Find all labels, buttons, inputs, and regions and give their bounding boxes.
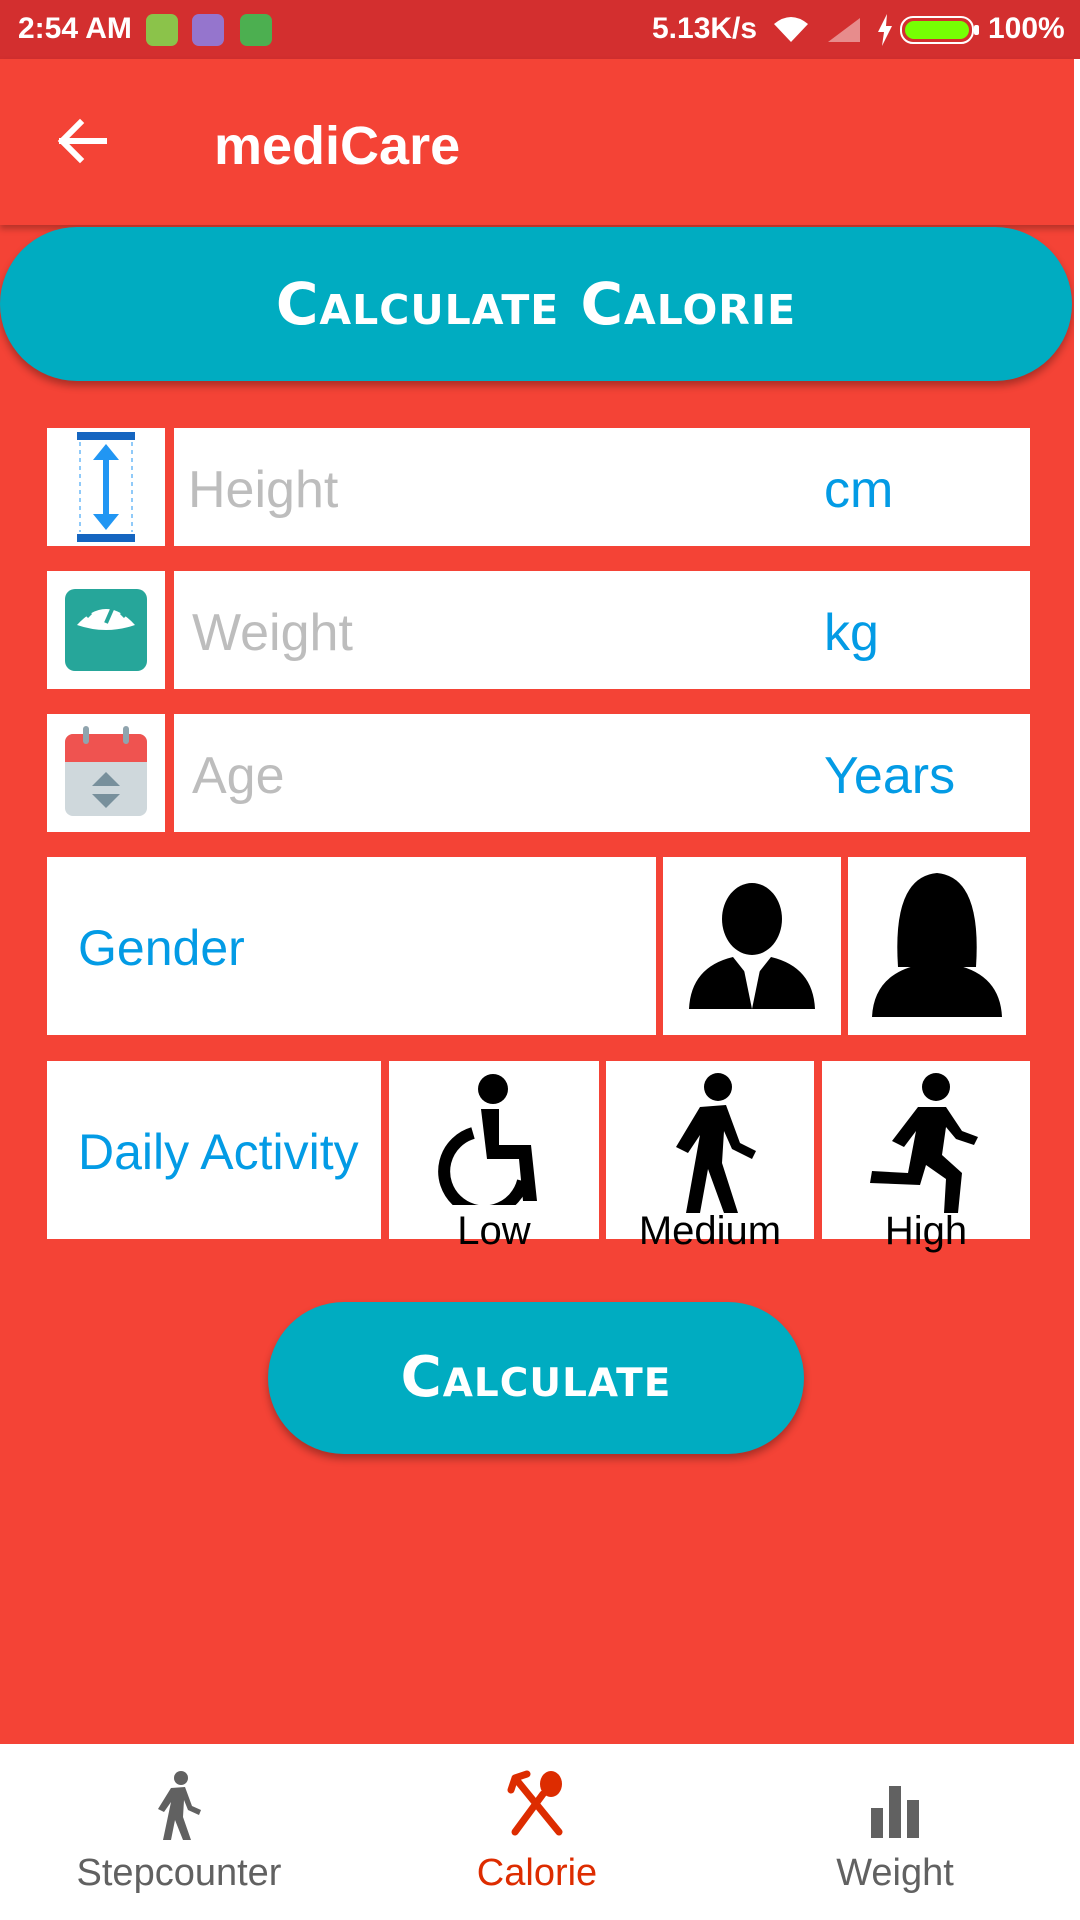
age-field[interactable]: Age Years xyxy=(174,714,1030,832)
activity-high-option[interactable]: High xyxy=(822,1061,1030,1253)
status-bar: 2:54 AM 5.13K/s 100% xyxy=(0,0,1080,59)
wheelchair-icon xyxy=(438,1074,537,1205)
activity-high-label: High xyxy=(884,1209,968,1253)
running-icon xyxy=(870,1073,978,1213)
age-unit: Years xyxy=(824,747,956,805)
daily-activity-label: Daily Activity xyxy=(78,1124,359,1180)
app-bar: mediCare xyxy=(0,59,1080,225)
female-icon xyxy=(872,873,1002,1017)
gender-label-box: Gender xyxy=(47,857,656,1035)
height-input[interactable]: Height xyxy=(188,460,338,520)
notification-app-icon xyxy=(240,14,272,46)
weight-icon-box xyxy=(47,571,165,689)
age-input[interactable]: Age xyxy=(192,746,285,806)
gender-label: Gender xyxy=(78,920,245,976)
male-option[interactable] xyxy=(663,857,841,1035)
status-time: 2:54 AM xyxy=(18,12,132,45)
female-option[interactable] xyxy=(848,857,1026,1035)
notification-app-icon xyxy=(146,14,178,46)
notification-app-icon xyxy=(192,14,224,46)
bottom-navigation: Stepcounter Calorie Weight xyxy=(0,1744,1074,1920)
nav-item-calorie[interactable]: Calorie xyxy=(358,1744,716,1920)
nav-label-calorie: Calorie xyxy=(476,1852,598,1894)
activity-medium-label: Medium xyxy=(638,1209,782,1253)
signal-icon xyxy=(828,18,860,42)
edge-strip xyxy=(1074,59,1080,1920)
charging-icon xyxy=(878,14,892,46)
calculate-button[interactable]: Calculate xyxy=(268,1302,804,1454)
activity-label-box: Daily Activity xyxy=(47,1061,381,1239)
activity-low-option[interactable]: Low xyxy=(389,1061,599,1253)
battery-percent: 100% xyxy=(988,12,1065,45)
weight-input[interactable]: Weight xyxy=(192,603,353,663)
height-unit: cm xyxy=(824,461,894,519)
weight-unit: kg xyxy=(824,604,879,662)
fork-spoon-icon xyxy=(507,1770,563,1836)
activity-medium-option[interactable]: Medium xyxy=(606,1061,814,1253)
nav-item-weight[interactable]: Weight xyxy=(716,1744,1074,1920)
bar-chart-icon xyxy=(871,1786,919,1838)
height-icon xyxy=(77,432,135,542)
nav-label-stepcounter: Stepcounter xyxy=(76,1852,282,1894)
weight-field[interactable]: Weight kg xyxy=(174,571,1030,689)
height-icon-box xyxy=(47,428,165,546)
age-icon-box xyxy=(47,714,165,832)
height-field[interactable]: Height cm xyxy=(174,428,1030,546)
calendar-icon xyxy=(65,726,147,816)
app-title: mediCare xyxy=(214,116,461,176)
battery-icon xyxy=(900,16,979,44)
wifi-icon xyxy=(774,17,808,42)
activity-low-label: Low xyxy=(457,1209,531,1253)
arrow-back-icon[interactable] xyxy=(52,111,112,171)
nav-label-weight: Weight xyxy=(836,1852,954,1894)
scale-icon xyxy=(65,589,147,671)
nav-item-stepcounter[interactable]: Stepcounter xyxy=(0,1744,358,1920)
calculate-calorie-header-button[interactable]: Calculate Calorie xyxy=(0,227,1072,381)
network-speed: 5.13K/s xyxy=(652,12,758,45)
walking-icon xyxy=(158,1771,201,1840)
walking-icon xyxy=(676,1073,756,1213)
male-icon xyxy=(689,883,815,1009)
